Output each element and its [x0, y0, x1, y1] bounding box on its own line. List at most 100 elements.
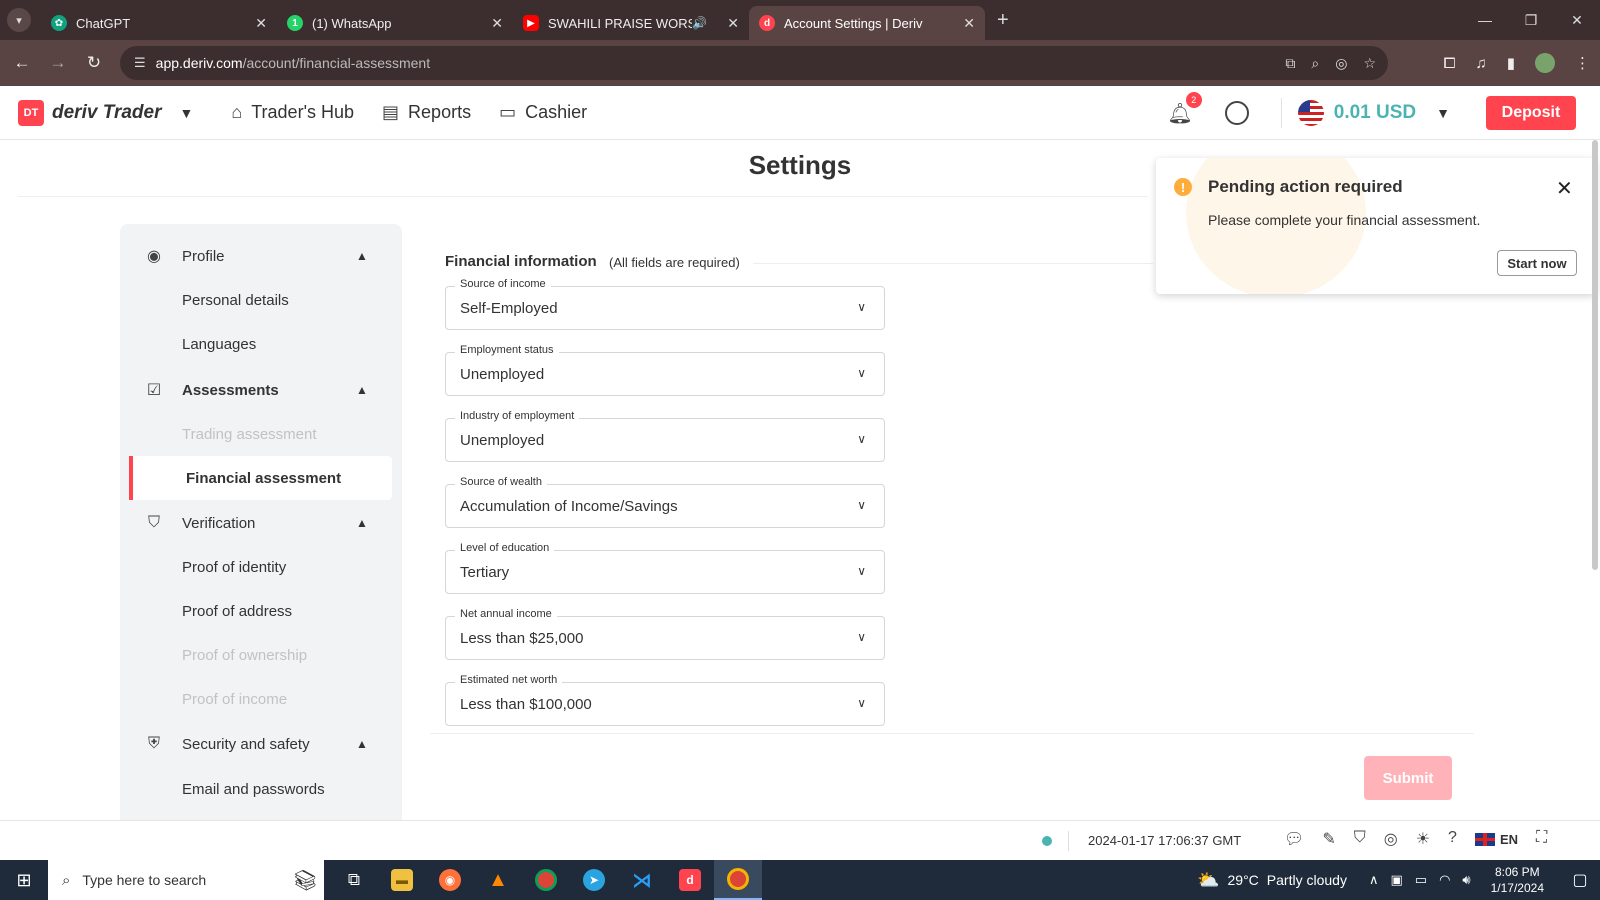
help-icon[interactable]: ?	[1448, 829, 1457, 849]
tab-whatsapp[interactable]: 1 (1) WhatsApp ✕	[277, 6, 513, 40]
sidebar-item-personal-details[interactable]: Personal details	[182, 278, 289, 322]
chrome-icon[interactable]	[522, 860, 570, 900]
search-placeholder: Type here to search	[82, 872, 207, 888]
submit-button[interactable]: Submit	[1364, 756, 1452, 800]
extensions-icon[interactable]: ⧠	[1443, 55, 1455, 72]
windows-start-icon[interactable]: ⊞	[0, 860, 48, 900]
gambling-icon[interactable]: ◎	[1384, 829, 1398, 849]
employment-status-select[interactable]: Employment status Unemployed ∨	[445, 344, 885, 396]
site-info-icon[interactable]: ☰	[134, 55, 146, 71]
forward-icon[interactable]: →	[40, 53, 76, 73]
tab-chatgpt[interactable]: ✿ ChatGPT ✕	[41, 6, 277, 40]
account-icon[interactable]	[1224, 101, 1249, 125]
sidebar-item-email-and-passwords[interactable]: Email and passwords	[182, 767, 325, 811]
network-status-indicator[interactable]	[1042, 836, 1052, 846]
industry-of-employment-select[interactable]: Industry of employment Unemployed ∨	[445, 410, 885, 462]
deriv-app-icon[interactable]: d	[666, 860, 714, 900]
audio-playing-icon[interactable]: 🔊	[692, 16, 707, 30]
address-bar[interactable]: ☰ app.deriv.com/account/financial-assess…	[120, 46, 1388, 80]
chat-icon[interactable]: 💬︎	[1284, 829, 1304, 849]
tab-deriv[interactable]: d Account Settings | Deriv ✕	[749, 6, 985, 40]
close-tab-icon[interactable]: ✕	[727, 15, 739, 32]
nav-label: Cashier	[525, 102, 588, 122]
url-text[interactable]: app.deriv.com/account/financial-assessme…	[156, 55, 430, 71]
language-switcher[interactable]: EN	[1474, 829, 1518, 849]
tracking-protection-icon[interactable]: ◎	[1335, 55, 1347, 72]
sidebar-item-proof-of-address[interactable]: Proof of address	[182, 589, 292, 633]
deposit-button[interactable]: Deposit	[1486, 96, 1576, 130]
estimated-net-worth-select[interactable]: Estimated net worth Less than $100,000 ∨	[445, 674, 885, 726]
sidebar-group-security[interactable]: ⛨ Security and safety ▲	[120, 722, 402, 766]
search-highlight-icon: 📚︎	[292, 869, 318, 892]
chevron-down-icon: ∨	[857, 498, 866, 512]
net-annual-income-select[interactable]: Net annual income Less than $25,000 ∨	[445, 608, 885, 660]
sidebar-item-financial-assessment[interactable]: Financial assessment	[129, 456, 392, 500]
account-balance[interactable]: 0.01 USD	[1334, 102, 1416, 124]
back-icon[interactable]: ←	[4, 53, 40, 73]
tab-search-button[interactable]: ▾	[7, 8, 31, 32]
vlc-icon[interactable]: ▲	[474, 860, 522, 900]
firefox-icon[interactable]: ◉	[426, 860, 474, 900]
new-tab-icon[interactable]: +	[997, 9, 1009, 32]
source-of-income-select[interactable]: Source of income Self-Employed ∨	[445, 278, 885, 330]
profile-avatar[interactable]	[1535, 53, 1555, 73]
system-clock[interactable]: 8:06 PM 1/17/2024	[1491, 864, 1544, 896]
minimize-icon[interactable]: —	[1462, 0, 1508, 40]
browser-menu-icon[interactable]: ⋮	[1575, 54, 1590, 72]
sidebar-group-verification[interactable]: ⛉ Verification ▲	[120, 501, 402, 545]
page-scrollbar[interactable]	[1592, 140, 1598, 570]
battery-icon[interactable]: ▭	[1415, 872, 1427, 888]
weather-temp[interactable]: 29°C	[1228, 872, 1259, 888]
sidebar-item-languages[interactable]: Languages	[182, 322, 256, 366]
signal-icon[interactable]: ✎	[1322, 829, 1335, 849]
nav-traders-hub[interactable]: ⌂ Trader's Hub	[231, 102, 354, 123]
telegram-icon[interactable]: ➤	[570, 860, 618, 900]
tab-youtube[interactable]: ▶ SWAHILI PRAISE WORSHIP 🔊 ✕	[513, 6, 749, 40]
vscode-icon[interactable]: ⋊	[618, 860, 666, 900]
bookmark-star-icon[interactable]: ☆	[1363, 55, 1376, 72]
notification-center-icon[interactable]: ▢	[1560, 870, 1600, 890]
close-window-icon[interactable]: ✕	[1554, 0, 1600, 40]
zoom-icon[interactable]: ⌕	[1311, 55, 1319, 72]
task-view-icon[interactable]: ⧉	[330, 860, 378, 900]
sidebar-group-profile[interactable]: ◉ Profile ▲	[120, 234, 402, 278]
file-explorer-icon[interactable]: ▬	[378, 860, 426, 900]
platform-switcher[interactable]: DT deriv Trader ▼	[18, 99, 193, 126]
close-tab-icon[interactable]: ✕	[491, 15, 503, 32]
windows-taskbar: ⊞ ⌕ Type here to search 📚︎ ⧉ ▬ ◉ ▲ ➤ ⋊ d…	[0, 860, 1600, 900]
nav-reports[interactable]: ▤ Reports	[382, 102, 471, 123]
nav-cashier[interactable]: ▭ Cashier	[499, 102, 587, 123]
taskbar-search[interactable]: ⌕ Type here to search 📚︎	[48, 860, 324, 900]
open-in-app-icon[interactable]: ⧉	[1285, 55, 1295, 72]
media-control-icon[interactable]: ♫	[1475, 55, 1486, 72]
close-icon[interactable]: ✕	[1556, 176, 1573, 201]
chrome-active-icon[interactable]	[714, 860, 762, 900]
fullscreen-icon[interactable]: ⛶	[1536, 829, 1547, 849]
wifi-icon[interactable]: ◠	[1439, 872, 1450, 888]
nav-label: Reports	[408, 102, 472, 122]
level-of-education-select[interactable]: Level of education Tertiary ∨	[445, 542, 885, 594]
sidebar-group-assessments[interactable]: ☑ Assessments ▲	[120, 368, 402, 412]
pending-action-toast: ! Pending action required Please complet…	[1156, 158, 1596, 294]
camera-icon[interactable]: ▣	[1390, 872, 1402, 888]
notifications-button[interactable]: 🔔︎ 2	[1167, 91, 1202, 126]
weather-icon[interactable]: ⛅	[1197, 870, 1219, 891]
brand-name: deriv Trader	[52, 101, 162, 123]
theme-toggle-icon[interactable]: ☀	[1416, 829, 1430, 849]
close-tab-icon[interactable]: ✕	[963, 15, 975, 32]
restore-icon[interactable]: ❐	[1508, 0, 1554, 40]
reload-icon[interactable]: ↻	[76, 53, 112, 73]
weather-description[interactable]: Partly cloudy	[1267, 872, 1347, 888]
show-hidden-icons-icon[interactable]: ∧	[1369, 872, 1379, 888]
close-tab-icon[interactable]: ✕	[255, 15, 267, 32]
clock-time: 8:06 PM	[1494, 865, 1540, 879]
start-now-button[interactable]: Start now	[1497, 250, 1577, 276]
chevron-down-icon: ∨	[857, 630, 866, 644]
volume-icon[interactable]: 🔊︎	[1462, 872, 1470, 888]
responsible-trading-icon[interactable]: ⛉	[1354, 829, 1366, 849]
side-panel-icon[interactable]: ▮	[1507, 54, 1515, 72]
sidebar-item-proof-of-identity[interactable]: Proof of identity	[182, 545, 286, 589]
source-of-wealth-select[interactable]: Source of wealth Accumulation of Income/…	[445, 476, 885, 528]
chevron-down-icon[interactable]: ▼	[1436, 105, 1450, 121]
nav-label: Trader's Hub	[251, 102, 355, 122]
